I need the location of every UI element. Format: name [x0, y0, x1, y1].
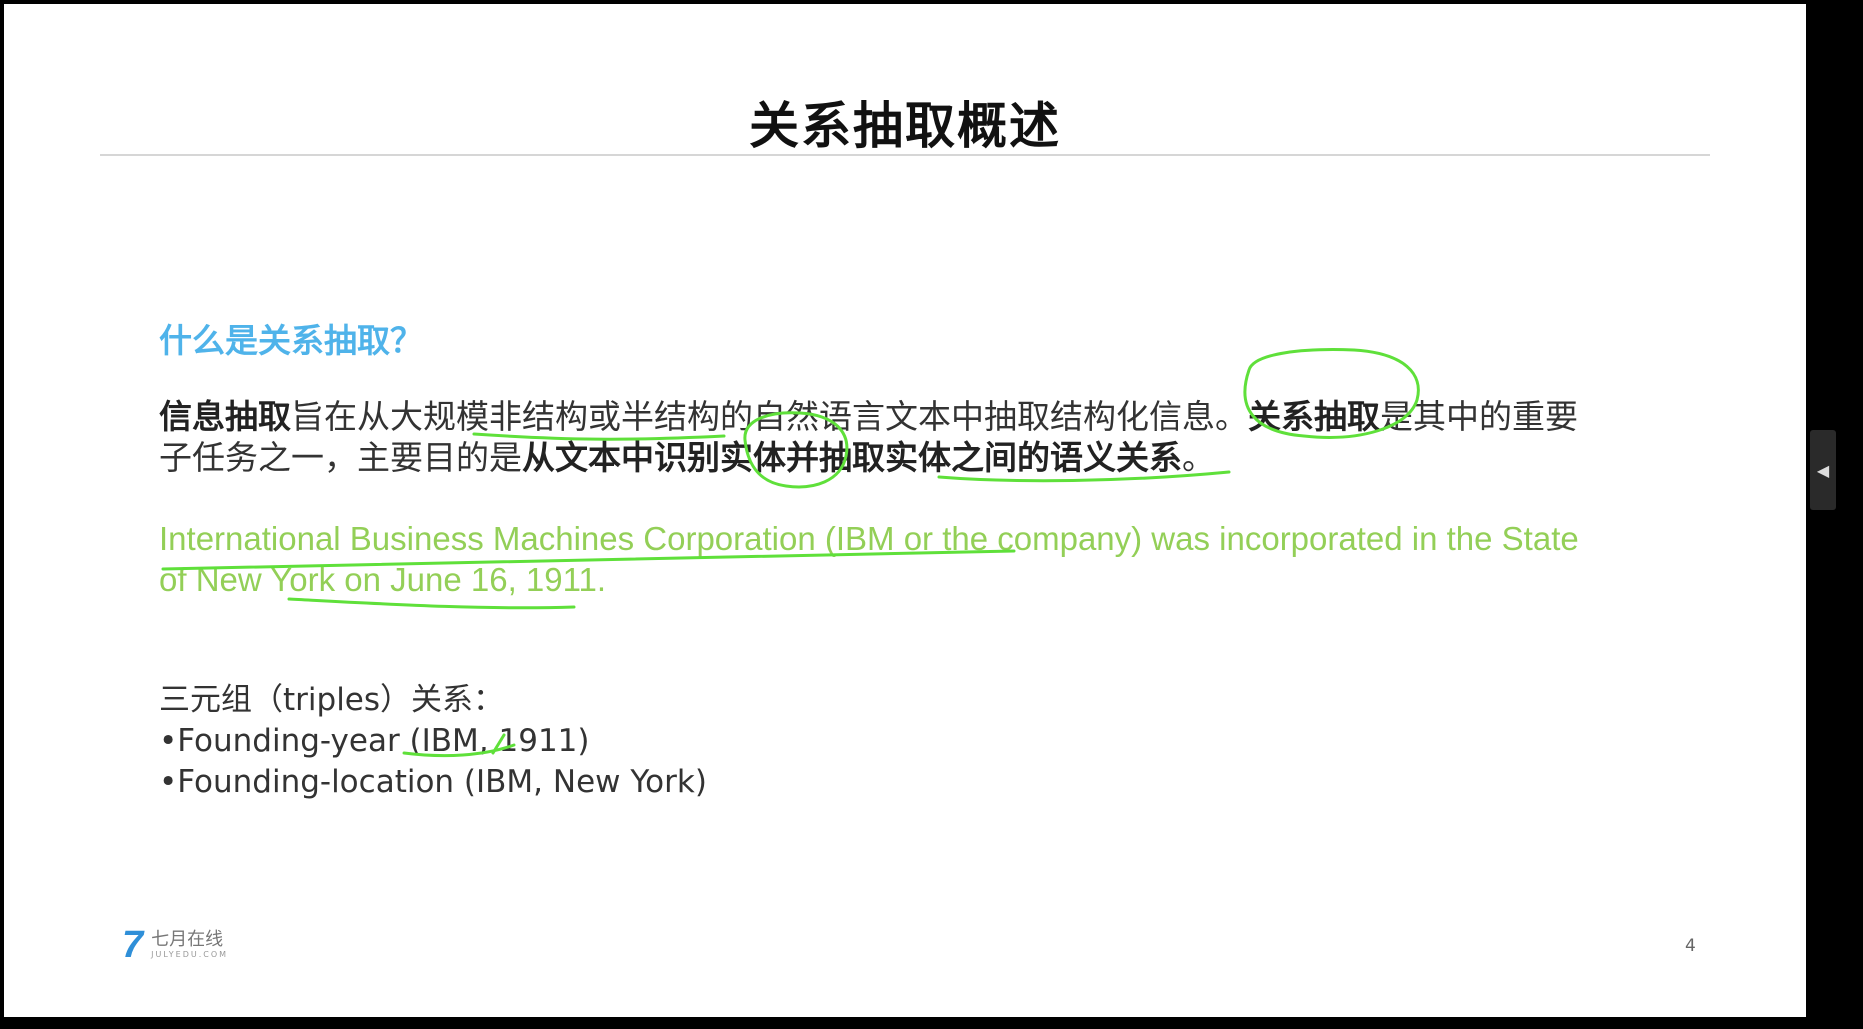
definition-paragraph: 信息抽取旨在从大规模非结构或半结构的自然语言文本中抽取结构化信息。关系抽取是其中… [159, 396, 1609, 478]
footer-logo: 7 七月在线 JULYEDU.COM [122, 926, 228, 964]
section-question: 什么是关系抽取？ [159, 321, 423, 360]
triple-item: •Founding-location (IBM, New York) [159, 764, 707, 800]
triple-item: •Founding-year (IBM, 1911) [159, 723, 590, 759]
paragraph-text-3: 。 [1182, 438, 1215, 477]
term-info-extraction: 信息抽取 [159, 397, 291, 436]
slide: 关系抽取概述 什么是关系抽取？ 信息抽取旨在从大规模非结构或半结构的自然语言文本… [4, 4, 1806, 1017]
term-relation-extraction: 关系抽取 [1248, 397, 1380, 436]
logo-en: JULYEDU.COM [151, 950, 229, 959]
logo-mark: 7 [122, 924, 144, 966]
side-panel-toggle[interactable]: ◀ [1810, 430, 1836, 510]
page-number: 4 [1685, 936, 1696, 956]
logo-text: 七月在线 JULYEDU.COM [151, 931, 228, 959]
example-sentence: International Business Machines Corporat… [159, 520, 1579, 598]
triangle-left-icon: ◀ [1816, 460, 1830, 480]
logo-cn: 七月在线 [151, 929, 224, 950]
triples-heading: 三元组（triples）关系： [159, 682, 505, 718]
title-divider [100, 154, 1710, 156]
paragraph-text-1: 旨在从大规模非结构或半结构的自然语言文本中抽取结构化信息。 [291, 397, 1248, 436]
triples-section: 三元组（triples）关系： •Founding-year (IBM, 191… [159, 680, 707, 803]
paragraph-emphasis: 从文本中识别实体并抽取实体之间的语义关系 [522, 438, 1182, 477]
slide-title: 关系抽取概述 [749, 97, 1061, 155]
annotation-underline [287, 597, 576, 610]
screen: 关系抽取概述 什么是关系抽取？ 信息抽取旨在从大规模非结构或半结构的自然语言文本… [0, 0, 1863, 1029]
